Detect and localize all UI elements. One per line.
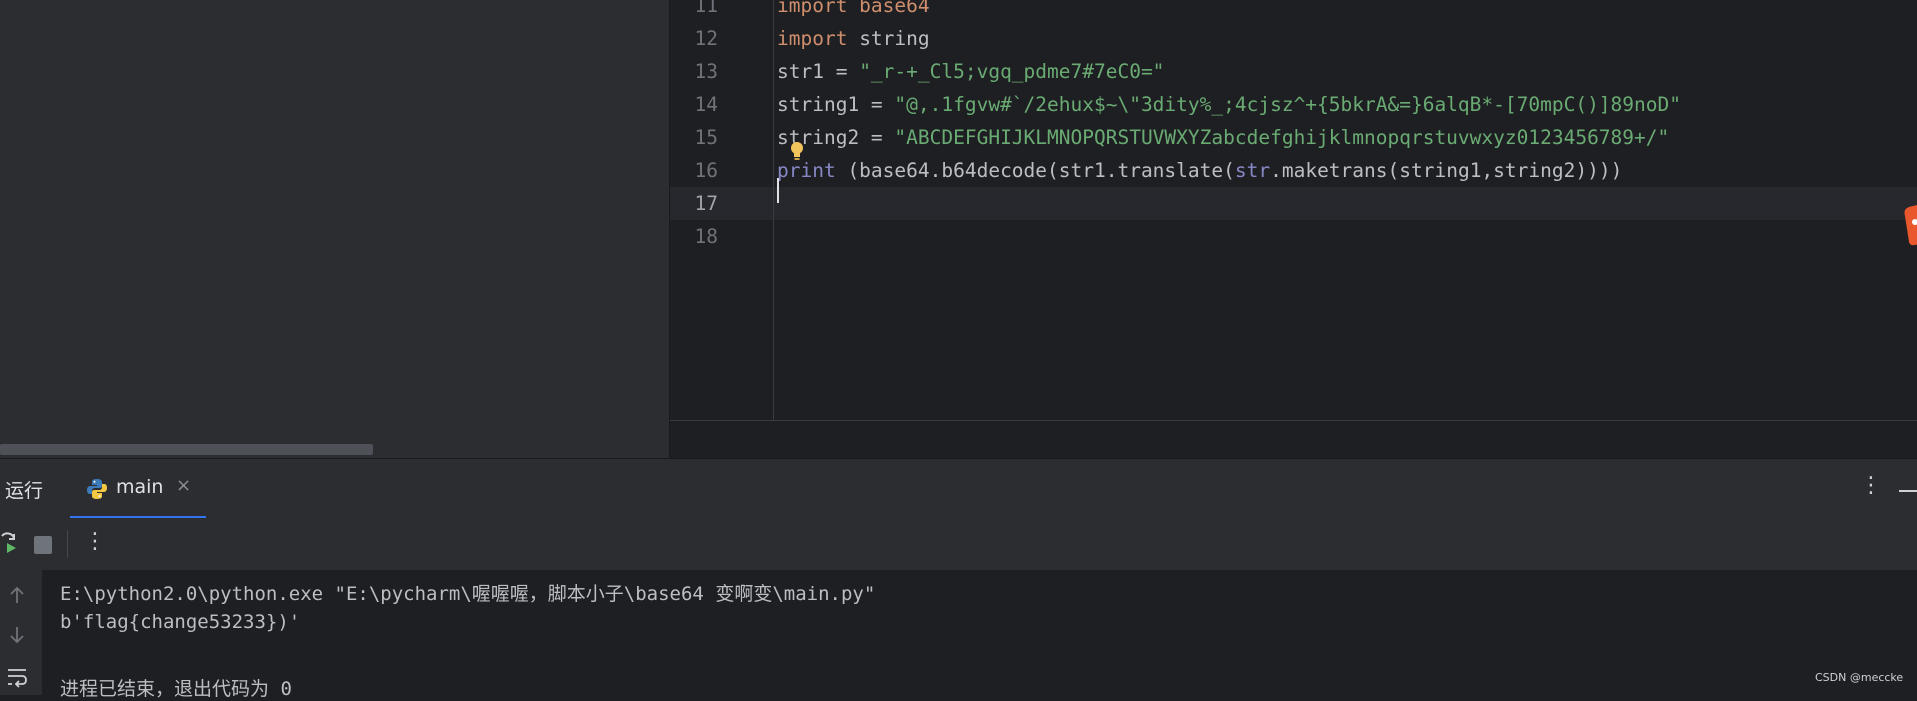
line-number: 14 — [694, 93, 718, 116]
code-token: "@,.1fgvw#`/2ehux$~\"3dity%_;4cjsz^+{5bk… — [894, 93, 1681, 116]
code-line: 14 string1 = "@,.1fgvw#`/2ehux$~\"3dity%_… — [670, 88, 1917, 121]
code-token: print — [777, 159, 836, 182]
notification-marker-icon[interactable] — [1903, 204, 1917, 246]
code-line: 13 str1 = "_r-+_Cl5;vgq_pdme7#7eC0=" — [670, 55, 1917, 88]
code-text: string1 = "@,.1fgvw#`/2ehux$~\"3dity%_;4… — [777, 88, 1681, 121]
console-exit-line: 进程已结束，退出代码为 0 — [60, 678, 292, 700]
tab-main[interactable]: main × — [70, 459, 206, 519]
code-line: 16 print (base64.b64decode(str1.translate… — [670, 154, 1917, 187]
code-token: string1 = — [777, 93, 895, 116]
code-text: import base64 — [777, 0, 930, 22]
console-output[interactable]: E:\python2.0\python.exe "E:\pycharm\喔喔喔，… — [42, 570, 1917, 700]
line-number: 12 — [694, 27, 718, 50]
code-token: str — [1234, 159, 1271, 182]
run-tool-window-header: 运行 main × ⋮ — [0, 458, 1917, 519]
tab-main-label: main — [116, 476, 164, 498]
text-caret — [777, 178, 779, 203]
line-number: 16 — [694, 159, 718, 182]
code-token: str1 = — [777, 60, 860, 83]
line-number: 18 — [694, 225, 718, 248]
line-number: 15 — [694, 126, 718, 149]
soft-wrap-icon[interactable] — [6, 666, 28, 688]
arrow-down-icon[interactable] — [6, 624, 28, 646]
code-token: import base64 — [777, 0, 930, 17]
code-token: string — [847, 27, 930, 50]
code-line: 11 import base64 — [670, 0, 1917, 22]
python-icon — [87, 479, 107, 499]
editor-bottom-area — [670, 420, 1917, 458]
code-text: str1 = "_r-+_Cl5;vgq_pdme7#7eC0=" — [777, 55, 1164, 88]
code-text: print (base64.b64decode(str1.translate(s… — [777, 154, 1622, 187]
more-options-icon[interactable]: ⋮ — [84, 529, 106, 554]
code-line: 17 — [670, 187, 1917, 220]
watermark: CSDN @meccke — [1815, 671, 1904, 684]
run-toolbar: ⋮ — [0, 518, 1917, 570]
stop-icon[interactable] — [34, 536, 52, 554]
minimize-icon[interactable] — [1899, 490, 1917, 492]
console-command-line: E:\python2.0\python.exe "E:\pycharm\喔喔喔，… — [60, 583, 876, 605]
lightbulb-icon[interactable] — [789, 141, 805, 161]
line-number: 13 — [694, 60, 718, 83]
code-editor[interactable]: 11 import base64 12 import string 13 str1 = "… — [670, 0, 1917, 458]
code-text: string2 = "ABCDEFGHIJKLMNOPQRSTUVWXYZabc… — [777, 121, 1669, 154]
code-token: "ABCDEFGHIJKLMNOPQRSTUVWXYZabcdefghijklm… — [894, 126, 1670, 149]
rerun-icon[interactable] — [0, 532, 18, 554]
console-output-line: b'flag{change53233})' — [60, 611, 301, 633]
code-token: .maketrans(string1,string2)))) — [1270, 159, 1623, 182]
close-icon[interactable]: × — [176, 475, 191, 496]
gutter-separator — [773, 0, 774, 420]
code-token: "_r-+_Cl5;vgq_pdme7#7eC0=" — [859, 60, 1165, 83]
code-token: (base64.b64decode(str1.translate( — [835, 159, 1235, 182]
code-line: 12 import string — [670, 22, 1917, 55]
horizontal-scrollbar[interactable] — [0, 444, 373, 455]
code-line: 15 string2 = "ABCDEFGHIJKLMNOPQRSTUVWXYZa… — [670, 121, 1917, 154]
code-text: import string — [777, 22, 930, 55]
line-number: 11 — [694, 0, 718, 17]
code-token: import — [777, 27, 848, 50]
run-title: 运行 — [5, 480, 44, 502]
more-options-icon[interactable]: ⋮ — [1860, 473, 1882, 498]
toolbar-separator — [67, 530, 68, 558]
arrow-up-icon[interactable] — [6, 584, 28, 606]
console-gutter — [0, 570, 42, 695]
project-pane — [0, 0, 669, 458]
line-number: 17 — [694, 192, 718, 215]
code-line: 18 — [670, 220, 1917, 253]
